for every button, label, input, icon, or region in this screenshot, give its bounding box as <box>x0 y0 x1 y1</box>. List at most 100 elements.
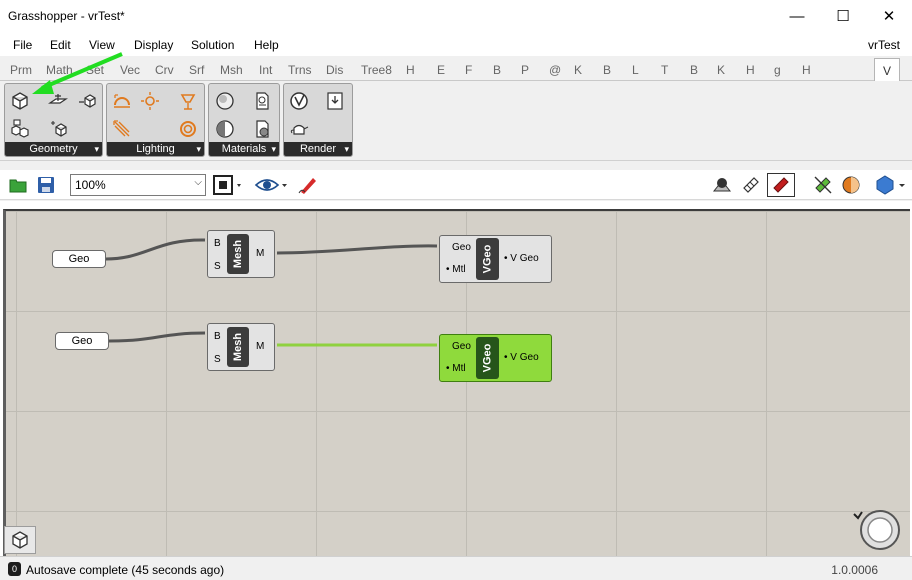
canvas-cube-icon[interactable] <box>4 526 36 554</box>
zoom-extents-icon[interactable] <box>210 173 244 197</box>
chevron-down-icon: ⌵ <box>194 177 202 188</box>
input-geo[interactable]: Geo <box>452 341 471 352</box>
ring-light-icon[interactable] <box>175 116 201 142</box>
menu-bar: File Edit View Display Solution Help vrT… <box>0 32 912 56</box>
vray-render-icon[interactable] <box>286 88 312 114</box>
input-b[interactable]: B <box>214 238 221 249</box>
navigation-compass-icon[interactable] <box>852 506 902 552</box>
output-m[interactable]: M <box>256 341 264 352</box>
panel-label-render[interactable]: Render ▾ <box>284 142 352 156</box>
zoom-level-value: 100% <box>75 178 106 192</box>
mesh-component[interactable]: B S Mesh M <box>207 230 275 278</box>
geometry-star-icon[interactable] <box>47 116 73 142</box>
material-document-icon[interactable] <box>249 88 275 114</box>
preview-mesh-icon[interactable] <box>811 173 835 197</box>
export-render-icon[interactable] <box>322 88 348 114</box>
input-mtl[interactable]: • Mtl <box>446 264 466 275</box>
tab-p[interactable]: @ <box>549 63 561 77</box>
tab-srf[interactable]: Srf <box>189 63 204 77</box>
tab-h2[interactable]: g <box>774 63 781 77</box>
canvas-toolbar: 100% ⌵ <box>0 170 912 200</box>
preview-selected-icon[interactable] <box>767 173 795 197</box>
preview-wire-icon[interactable] <box>739 173 763 197</box>
tab-t[interactable]: B <box>690 63 698 77</box>
tab-e[interactable]: E <box>437 63 445 77</box>
spot-light-icon[interactable] <box>175 88 201 114</box>
preview-shaded-icon[interactable] <box>710 173 734 197</box>
input-s[interactable]: S <box>214 261 221 272</box>
output-vgeo[interactable]: • V Geo <box>504 352 539 363</box>
tab-b3[interactable]: L <box>632 63 639 77</box>
tab-dis[interactable]: Dis <box>326 63 343 77</box>
input-mtl[interactable]: • Mtl <box>446 363 466 374</box>
vgeo-component-selected[interactable]: Geo • Mtl VGeo • V Geo <box>439 334 552 382</box>
tab-b4[interactable]: K <box>717 63 725 77</box>
material-sheet-icon[interactable] <box>249 116 275 142</box>
tab-v-active[interactable]: V <box>874 58 900 82</box>
panel-dropdown-icon[interactable]: ▾ <box>344 142 349 156</box>
wire-geo-to-mesh-2[interactable] <box>108 331 206 343</box>
tab-f[interactable]: F <box>465 63 472 77</box>
panel-label-lighting[interactable]: Lighting ▾ <box>107 142 204 156</box>
wire-mesh-to-vgeo-1[interactable] <box>276 244 438 255</box>
panel-materials: Materials ▾ <box>208 83 280 157</box>
zoom-level-select[interactable]: 100% ⌵ <box>70 174 206 196</box>
sun-light-icon[interactable] <box>137 88 163 114</box>
param-label: Geo <box>71 335 93 347</box>
tab-l[interactable]: T <box>661 63 668 77</box>
title-bar: Grasshopper - vrTest* — ☐ ✕ <box>0 0 912 32</box>
material-preview-icon[interactable] <box>839 173 863 197</box>
grasshopper-canvas[interactable]: Geo B S Mesh M Geo • Mtl VGeo • V Geo Ge… <box>3 209 910 556</box>
menu-solution[interactable]: Solution <box>191 38 234 52</box>
annotation-arrow-icon <box>32 52 123 94</box>
area-light-icon[interactable] <box>109 116 135 142</box>
tab-b[interactable]: B <box>493 63 501 77</box>
sketch-pen-icon[interactable] <box>296 173 320 197</box>
tab-int[interactable]: Int <box>259 63 272 77</box>
mesh-component[interactable]: B S Mesh M <box>207 323 275 371</box>
panel-dropdown-icon[interactable]: ▾ <box>94 142 99 156</box>
panel-dropdown-icon[interactable]: ▾ <box>196 142 201 156</box>
open-file-icon[interactable] <box>6 173 30 197</box>
geo-param[interactable]: Geo <box>52 250 106 268</box>
output-m[interactable]: M <box>256 248 264 259</box>
panel-label-geometry[interactable]: Geometry ▾ <box>5 142 102 156</box>
wire-geo-to-mesh-1[interactable] <box>105 238 206 261</box>
tab-at[interactable]: K <box>574 63 582 77</box>
minimize-button[interactable]: — <box>774 0 820 32</box>
input-b[interactable]: B <box>214 331 221 342</box>
geo-param[interactable]: Geo <box>55 332 109 350</box>
maximize-button[interactable]: ☐ <box>820 0 866 32</box>
display-mode-icon[interactable] <box>873 173 907 197</box>
material-split-sphere-icon[interactable] <box>212 116 238 142</box>
multi-geometry-icon[interactable] <box>7 116 33 142</box>
vgeo-component[interactable]: Geo • Mtl VGeo • V Geo <box>439 235 552 283</box>
tab-msh[interactable]: Msh <box>220 63 243 77</box>
tab-g[interactable]: H <box>802 63 811 77</box>
input-s[interactable]: S <box>214 354 221 365</box>
save-file-icon[interactable] <box>34 173 58 197</box>
material-sphere-icon[interactable] <box>212 88 238 114</box>
input-geo[interactable]: Geo <box>452 242 471 253</box>
tab-b2[interactable]: P <box>521 63 529 77</box>
status-message: Autosave complete (45 seconds ago) <box>26 563 225 577</box>
tab-crv[interactable]: Crv <box>155 63 174 77</box>
close-button[interactable]: ✕ <box>866 0 912 32</box>
ribbon: Geometry ▾ Lighting ▾ Materials ▾ Render… <box>0 81 912 161</box>
teapot-render-icon[interactable] <box>286 116 312 142</box>
tab-k2[interactable]: H <box>746 63 755 77</box>
preview-eye-icon[interactable] <box>252 173 290 197</box>
panel-dropdown-icon[interactable]: ▾ <box>271 142 276 156</box>
param-label: Geo <box>68 253 90 265</box>
menu-help[interactable]: Help <box>254 38 279 52</box>
component-tab-strip: Prm Math Set Vec Crv Srf Msh Int Trns Di… <box>0 56 912 82</box>
tab-tree8[interactable]: Tree8 <box>361 63 392 77</box>
autosave-icon: 0 <box>8 562 21 576</box>
output-vgeo[interactable]: • V Geo <box>504 253 539 264</box>
panel-label-materials[interactable]: Materials ▾ <box>209 142 279 156</box>
canvas-area: Geo B S Mesh M Geo • Mtl VGeo • V Geo Ge… <box>0 201 912 556</box>
tab-h[interactable]: H <box>406 63 415 77</box>
tab-k[interactable]: B <box>603 63 611 77</box>
tab-trns[interactable]: Trns <box>288 63 312 77</box>
menu-display[interactable]: Display <box>134 38 173 52</box>
